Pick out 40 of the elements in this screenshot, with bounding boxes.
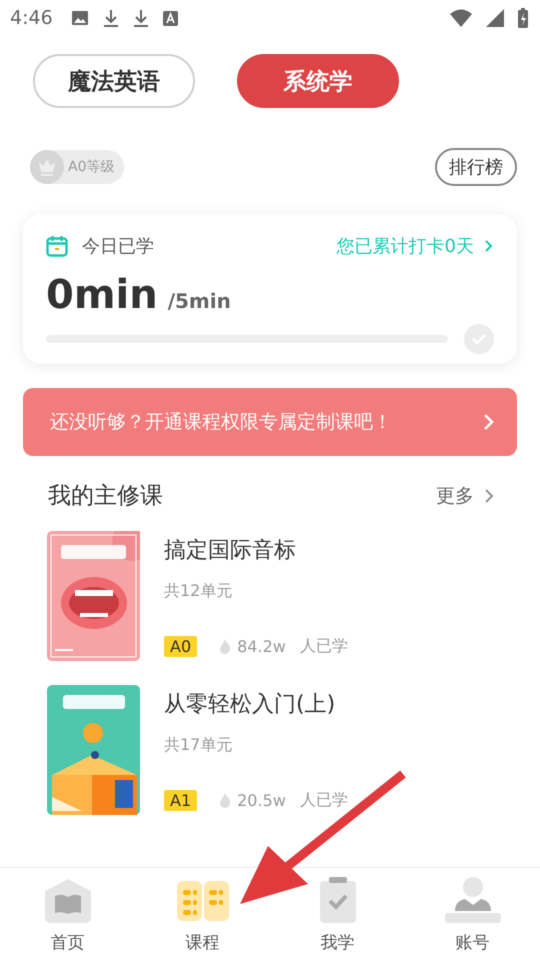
download-icon — [132, 9, 149, 27]
course-title: 从零轻松入门(上) — [164, 691, 336, 719]
tab[interactable]: 魔法英语 — [33, 54, 195, 108]
learner-count: 84.2w — [237, 637, 286, 656]
status-time: 4:46 — [10, 7, 53, 29]
image-icon — [70, 10, 89, 26]
minutes-goal: /5min — [168, 289, 231, 313]
signal-icon — [486, 9, 504, 27]
tab[interactable]: 系统学 — [237, 54, 399, 108]
learner-count: 20.5w — [237, 791, 286, 810]
crown-icon — [30, 150, 64, 184]
wifi-icon — [450, 9, 472, 27]
unit-count: 共17单元 — [164, 735, 234, 756]
course-title: 搞定国际音标 — [164, 537, 297, 565]
person-icon — [444, 877, 500, 923]
nav-tab[interactable]: 首页 — [0, 868, 135, 960]
level-tag: A1 — [164, 790, 198, 811]
nav-tab[interactable]: 账号 — [405, 868, 540, 960]
ranking-button[interactable]: 排行榜 — [435, 148, 517, 186]
course-item[interactable]: 搞定国际音标 共12单元 A0 84.2w 人已学 — [0, 511, 540, 661]
font-icon — [162, 10, 178, 26]
learner-label: 人已学 — [300, 790, 348, 811]
course-item[interactable]: 从零轻松入门(上) 共17单元 A1 20.5w 人已学 — [0, 661, 540, 815]
home-icon — [44, 879, 90, 923]
battery-icon — [518, 8, 528, 28]
chevron-icon — [484, 239, 494, 253]
learner-label: 人已学 — [300, 636, 348, 657]
calendar-icon — [46, 235, 68, 257]
minutes-value: 0min — [46, 272, 158, 318]
clipboard-icon — [320, 877, 356, 923]
download-icon — [102, 9, 119, 27]
section-title: 我的主修课 — [48, 482, 163, 511]
more-link[interactable]: 更多 — [436, 482, 494, 508]
chevron-icon — [484, 488, 494, 504]
unit-count: 共12单元 — [164, 581, 234, 602]
today-title: 今日已学 — [82, 235, 154, 258]
chevron-icon — [483, 413, 495, 431]
book-icon — [176, 881, 228, 923]
nav-tab[interactable]: 我学 — [270, 868, 405, 960]
level-tag: A0 — [164, 636, 198, 657]
